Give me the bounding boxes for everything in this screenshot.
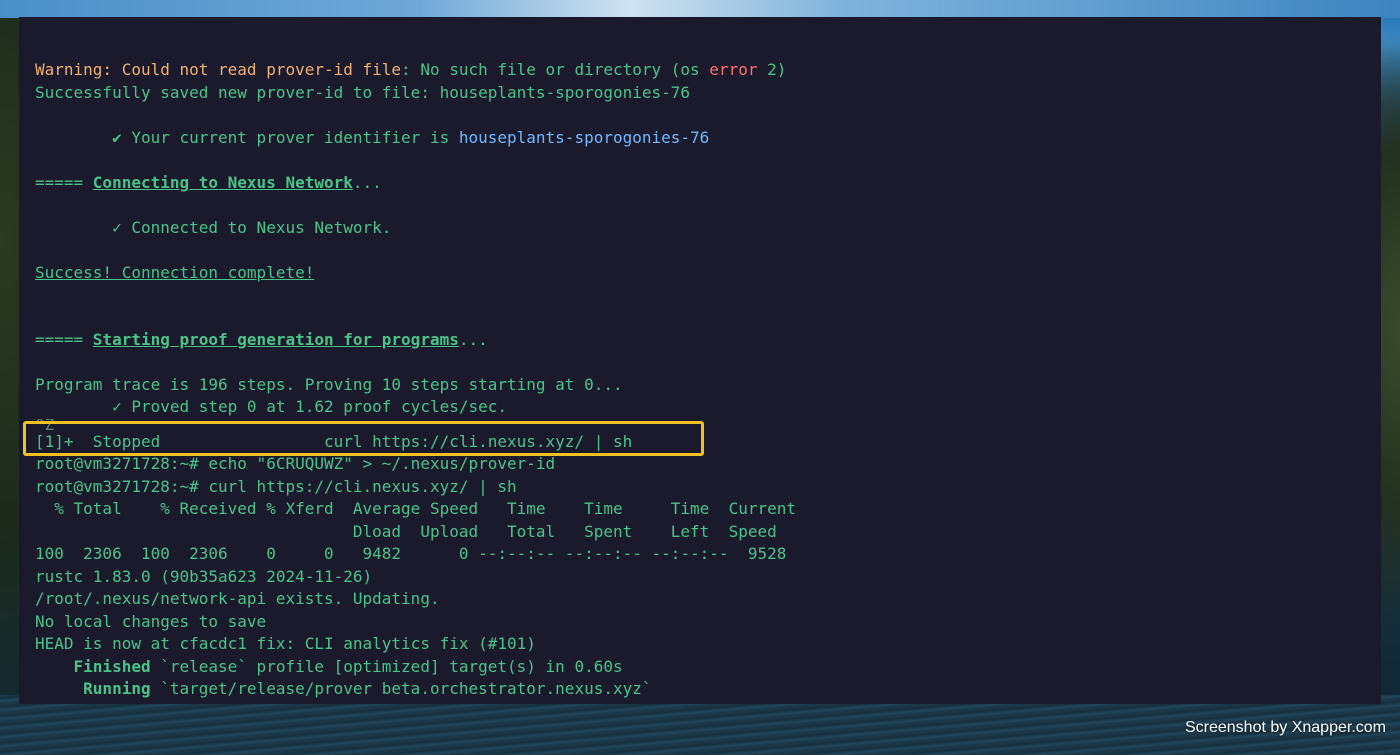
trace-line: Program trace is 196 steps. Proving 10 s… xyxy=(35,374,623,394)
proved-line: ✓ Proved step 0 at 1.62 proof cycles/sec… xyxy=(35,397,508,416)
highlight-box xyxy=(23,421,704,456)
warning-tail: 2) xyxy=(757,60,787,79)
curl-header-line-1: % Total % Received % Xferd Average Speed… xyxy=(35,499,796,518)
error-word: error xyxy=(709,60,758,79)
identifier-line: ✔ Your current prover identifier is hous… xyxy=(35,127,1381,150)
running-line: Running `target/release/prover beta.orch… xyxy=(35,678,1381,701)
warning-message: Could not read prover-id file xyxy=(112,60,402,79)
connecting-line: ===== Connecting to Nexus Network... xyxy=(35,172,1381,195)
connecting-prefix: ===== xyxy=(35,172,93,192)
warning-detail: : No such file or directory (os xyxy=(401,60,710,79)
finished-detail: `release` profile [optimized] target(s) … xyxy=(150,656,623,676)
echo-command-line: root@vm3271728:~# echo "6CRUQUWZ" > ~/.n… xyxy=(35,454,556,473)
sky-background xyxy=(0,0,1400,18)
head-line: HEAD is now at cfacdc1 fix: CLI analytic… xyxy=(35,634,536,653)
curl-progress-line: 100 2306 100 2306 0 0 9482 0 --:--:-- --… xyxy=(35,544,787,563)
finished-line: Finished `release` profile [optimized] t… xyxy=(35,656,1381,679)
starting-suffix: ... xyxy=(458,329,488,349)
saved-line: Successfully saved new prover-id to file… xyxy=(35,82,691,102)
starting-line: ===== Starting proof generation for prog… xyxy=(35,329,1381,352)
running-detail: `target/release/prover beta.orchestrator… xyxy=(150,679,652,698)
starting-prefix: ===== xyxy=(35,329,93,349)
warning-line: Warning: Could not read prover-id file: … xyxy=(35,59,1381,82)
finished-label: Finished xyxy=(35,656,151,676)
starting-title: Starting proof generation for programs xyxy=(92,329,459,349)
rustc-line: rustc 1.83.0 (90b35a623 2024-11-26) xyxy=(35,566,373,586)
curl-header-line-2: Dload Upload Total Spent Left Speed xyxy=(35,521,777,541)
warning-label: Warning: xyxy=(35,60,113,79)
curl-command-line: root@vm3271728:~# curl https://cli.nexus… xyxy=(35,476,517,496)
connected-line: ✓ Connected to Nexus Network. xyxy=(35,217,392,237)
connecting-title: Connecting to Nexus Network xyxy=(92,172,353,192)
exists-line: /root/.nexus/network-api exists. Updatin… xyxy=(35,589,440,608)
success-line: Success! Connection complete! xyxy=(35,262,1381,285)
running-label: Running xyxy=(35,679,151,698)
connecting-suffix: ... xyxy=(352,172,382,192)
terminal-window[interactable]: Warning: Could not read prover-id file: … xyxy=(19,17,1381,704)
identifier-prefix: ✔ Your current prover identifier is xyxy=(35,127,459,147)
identifier-value: houseplants-sporogonies-76 xyxy=(458,127,710,147)
no-changes-line: No local changes to save xyxy=(35,611,267,631)
success-text: Success! Connection complete! xyxy=(35,262,315,282)
watermark: Screenshot by Xnapper.com xyxy=(1184,719,1386,736)
